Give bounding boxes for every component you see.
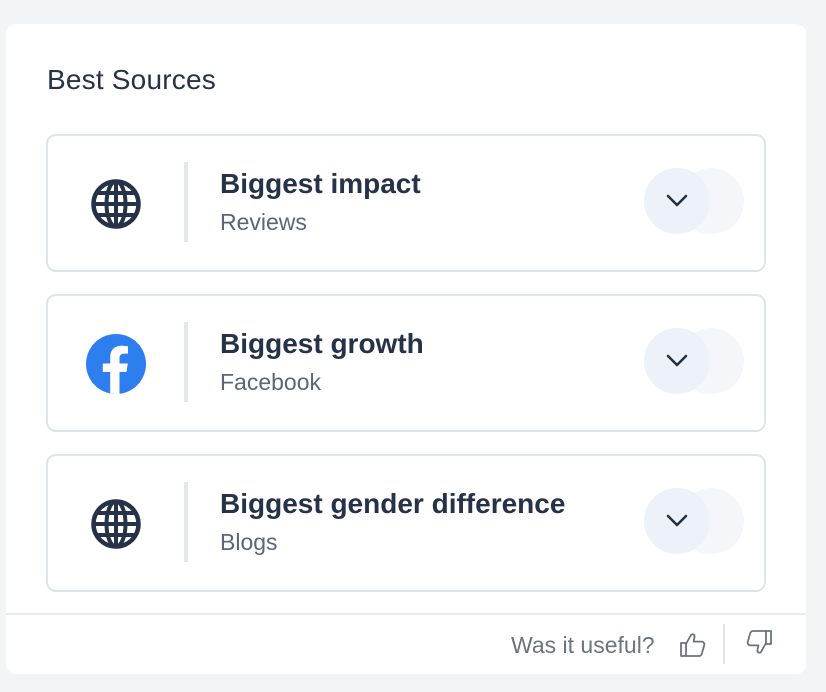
card-divider <box>184 322 188 402</box>
source-card-growth: Biggest growth Facebook <box>46 294 766 432</box>
source-card-gender: Biggest gender difference Blogs <box>46 454 766 592</box>
feedback-question: Was it useful? <box>511 632 655 658</box>
card-title: Biggest impact <box>220 168 421 199</box>
chevron-down-icon <box>666 354 688 367</box>
card-divider <box>184 162 188 242</box>
source-card-impact: Biggest impact Reviews <box>46 134 766 272</box>
card-divider <box>184 482 188 562</box>
card-title: Biggest growth <box>220 328 424 359</box>
chevron-down-icon <box>666 514 688 527</box>
thumbs-up-icon[interactable] <box>678 630 708 660</box>
facebook-icon <box>84 332 148 396</box>
card-subtitle: Blogs <box>220 529 278 555</box>
footer-separator <box>723 624 725 664</box>
card-subtitle: Facebook <box>220 369 322 395</box>
expand-button[interactable] <box>644 328 710 394</box>
card-subtitle: Reviews <box>220 209 307 235</box>
thumbs-down-icon[interactable] <box>744 627 774 657</box>
globe-icon <box>84 172 148 236</box>
expand-button[interactable] <box>644 488 710 554</box>
card-title: Biggest gender difference <box>220 488 566 519</box>
footer-divider <box>6 613 806 615</box>
chevron-down-icon <box>666 194 688 207</box>
best-sources-panel: Best Sources Biggest impact Reviews Bigg… <box>6 24 806 674</box>
globe-icon <box>84 492 148 556</box>
expand-button[interactable] <box>644 168 710 234</box>
panel-title: Best Sources <box>47 64 216 95</box>
